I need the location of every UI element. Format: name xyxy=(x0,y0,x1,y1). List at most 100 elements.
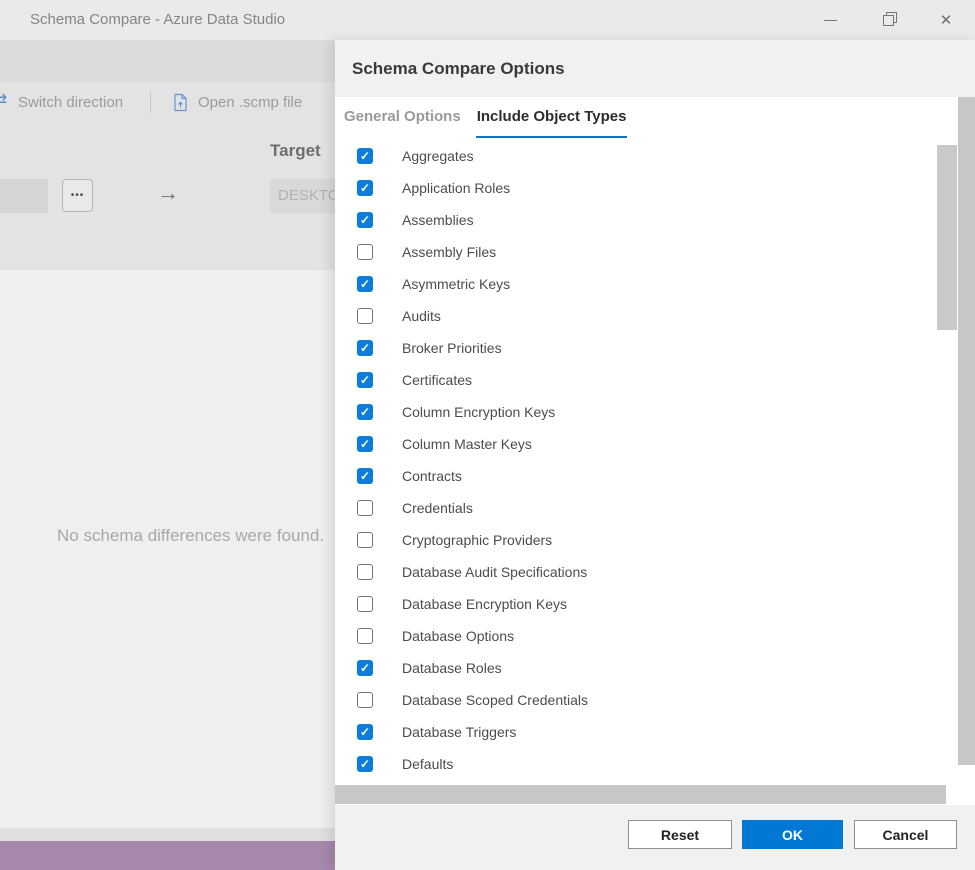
option-label: Cryptographic Providers xyxy=(402,532,552,548)
checkmark-icon: ✓ xyxy=(360,726,370,738)
option-checkbox[interactable]: ✓ xyxy=(357,468,373,484)
checkmark-icon: ✓ xyxy=(360,182,370,194)
schema-compare-editor: ⇄ Switch direction Open .scmp file ••• → xyxy=(0,40,335,870)
target-label: Target xyxy=(270,141,321,161)
dialog-vertical-scrollbar[interactable] xyxy=(958,97,975,765)
switch-direction-icon: ⇄ xyxy=(0,90,7,110)
minimize-button[interactable] xyxy=(801,0,859,40)
option-label: Certificates xyxy=(402,372,472,388)
option-row[interactable]: ✓ Column Encryption Keys xyxy=(335,396,935,428)
no-differences-message: No schema differences were found. xyxy=(57,526,324,546)
option-row[interactable]: Database Audit Specifications xyxy=(335,556,935,588)
option-label: Column Encryption Keys xyxy=(402,404,555,420)
object-type-list: ✓ Aggregates ✓ Application Roles ✓ Assem… xyxy=(335,140,935,780)
option-checkbox[interactable] xyxy=(357,628,373,644)
option-label: Database Audit Specifications xyxy=(402,564,587,580)
option-label: Database Options xyxy=(402,628,514,644)
list-horizontal-scrollbar[interactable] xyxy=(335,785,946,804)
option-row[interactable]: ✓ Asymmetric Keys xyxy=(335,268,935,300)
option-row[interactable]: Audits xyxy=(335,300,935,332)
option-checkbox[interactable]: ✓ xyxy=(357,340,373,356)
checkmark-icon: ✓ xyxy=(360,662,370,674)
option-row[interactable]: Cryptographic Providers xyxy=(335,524,935,556)
option-checkbox[interactable] xyxy=(357,308,373,324)
option-row[interactable]: Database Scoped Credentials xyxy=(335,684,935,716)
minimize-icon xyxy=(824,20,837,21)
checkmark-icon: ✓ xyxy=(360,470,370,482)
option-row[interactable]: Assembly Files xyxy=(335,236,935,268)
open-scmp-button[interactable]: Open .scmp file xyxy=(172,82,302,122)
option-row[interactable]: ✓ Defaults xyxy=(335,748,935,780)
option-checkbox[interactable]: ✓ xyxy=(357,276,373,292)
option-checkbox[interactable] xyxy=(357,692,373,708)
option-checkbox[interactable]: ✓ xyxy=(357,436,373,452)
target-dropdown[interactable]: DESKTO xyxy=(270,179,335,213)
status-bar xyxy=(0,841,335,870)
restore-button[interactable] xyxy=(859,0,917,40)
source-dropdown[interactable] xyxy=(0,179,48,213)
option-row[interactable]: ✓ Application Roles xyxy=(335,172,935,204)
option-checkbox[interactable]: ✓ xyxy=(357,756,373,772)
option-checkbox[interactable] xyxy=(357,564,373,580)
checkmark-icon: ✓ xyxy=(360,150,370,162)
tab-include-object-types[interactable]: Include Object Types xyxy=(476,97,628,138)
option-checkbox[interactable] xyxy=(357,596,373,612)
option-checkbox[interactable]: ✓ xyxy=(357,660,373,676)
list-vertical-scrollbar[interactable] xyxy=(937,145,957,330)
option-checkbox[interactable]: ✓ xyxy=(357,180,373,196)
option-label: Broker Priorities xyxy=(402,340,502,356)
ellipsis-icon: ••• xyxy=(71,190,85,201)
editor-bottom-strip xyxy=(0,828,335,841)
option-row[interactable]: ✓ Broker Priorities xyxy=(335,332,935,364)
option-label: Application Roles xyxy=(402,180,510,196)
tab-general-options[interactable]: General Options xyxy=(343,97,462,138)
dialog-tabs: General Options Include Object Types xyxy=(343,97,627,141)
option-row[interactable]: ✓ Database Triggers xyxy=(335,716,935,748)
option-row[interactable]: Credentials xyxy=(335,492,935,524)
window-controls: ✕ xyxy=(801,0,975,40)
ok-button[interactable]: OK xyxy=(742,820,843,849)
option-checkbox[interactable] xyxy=(357,532,373,548)
option-row[interactable]: ✓ Database Roles xyxy=(335,652,935,684)
cancel-button[interactable]: Cancel xyxy=(854,820,957,849)
option-checkbox[interactable]: ✓ xyxy=(357,212,373,228)
option-row[interactable]: ✓ Column Master Keys xyxy=(335,428,935,460)
option-label: Assemblies xyxy=(402,212,474,228)
option-checkbox[interactable]: ✓ xyxy=(357,724,373,740)
option-checkbox[interactable] xyxy=(357,500,373,516)
option-label: Aggregates xyxy=(402,148,474,164)
checkmark-icon: ✓ xyxy=(360,438,370,450)
checkmark-icon: ✓ xyxy=(360,342,370,354)
option-label: Database Triggers xyxy=(402,724,516,740)
app-window: Schema Compare - Azure Data Studio ✕ ⇄ S… xyxy=(0,0,975,870)
checkmark-icon: ✓ xyxy=(360,278,370,290)
close-button[interactable]: ✕ xyxy=(917,0,975,40)
checkmark-icon: ✓ xyxy=(360,758,370,770)
option-label: Column Master Keys xyxy=(402,436,532,452)
option-label: Assembly Files xyxy=(402,244,496,260)
option-row[interactable]: ✓ Assemblies xyxy=(335,204,935,236)
option-checkbox[interactable] xyxy=(357,244,373,260)
toolbar-divider xyxy=(150,91,151,113)
restore-icon xyxy=(883,15,893,25)
option-row[interactable]: ✓ Certificates xyxy=(335,364,935,396)
option-row[interactable]: Database Encryption Keys xyxy=(335,588,935,620)
dialog-footer: Reset OK Cancel xyxy=(335,805,975,870)
option-label: Contracts xyxy=(402,468,462,484)
checkmark-icon: ✓ xyxy=(360,214,370,226)
option-label: Defaults xyxy=(402,756,453,772)
option-checkbox[interactable]: ✓ xyxy=(357,372,373,388)
reset-button[interactable]: Reset xyxy=(628,820,732,849)
option-label: Asymmetric Keys xyxy=(402,276,510,292)
option-row[interactable]: Database Options xyxy=(335,620,935,652)
option-checkbox[interactable]: ✓ xyxy=(357,148,373,164)
option-label: Audits xyxy=(402,308,441,324)
select-connections-button[interactable]: ••• xyxy=(62,179,93,212)
switch-direction-label: Switch direction xyxy=(18,94,123,111)
option-row[interactable]: ✓ Aggregates xyxy=(335,140,935,172)
window-titlebar: Schema Compare - Azure Data Studio ✕ xyxy=(0,0,975,40)
option-checkbox[interactable]: ✓ xyxy=(357,404,373,420)
dialog-header: Schema Compare Options xyxy=(335,40,975,97)
option-row[interactable]: ✓ Contracts xyxy=(335,460,935,492)
switch-direction-button[interactable]: ⇄ Switch direction xyxy=(0,82,123,122)
